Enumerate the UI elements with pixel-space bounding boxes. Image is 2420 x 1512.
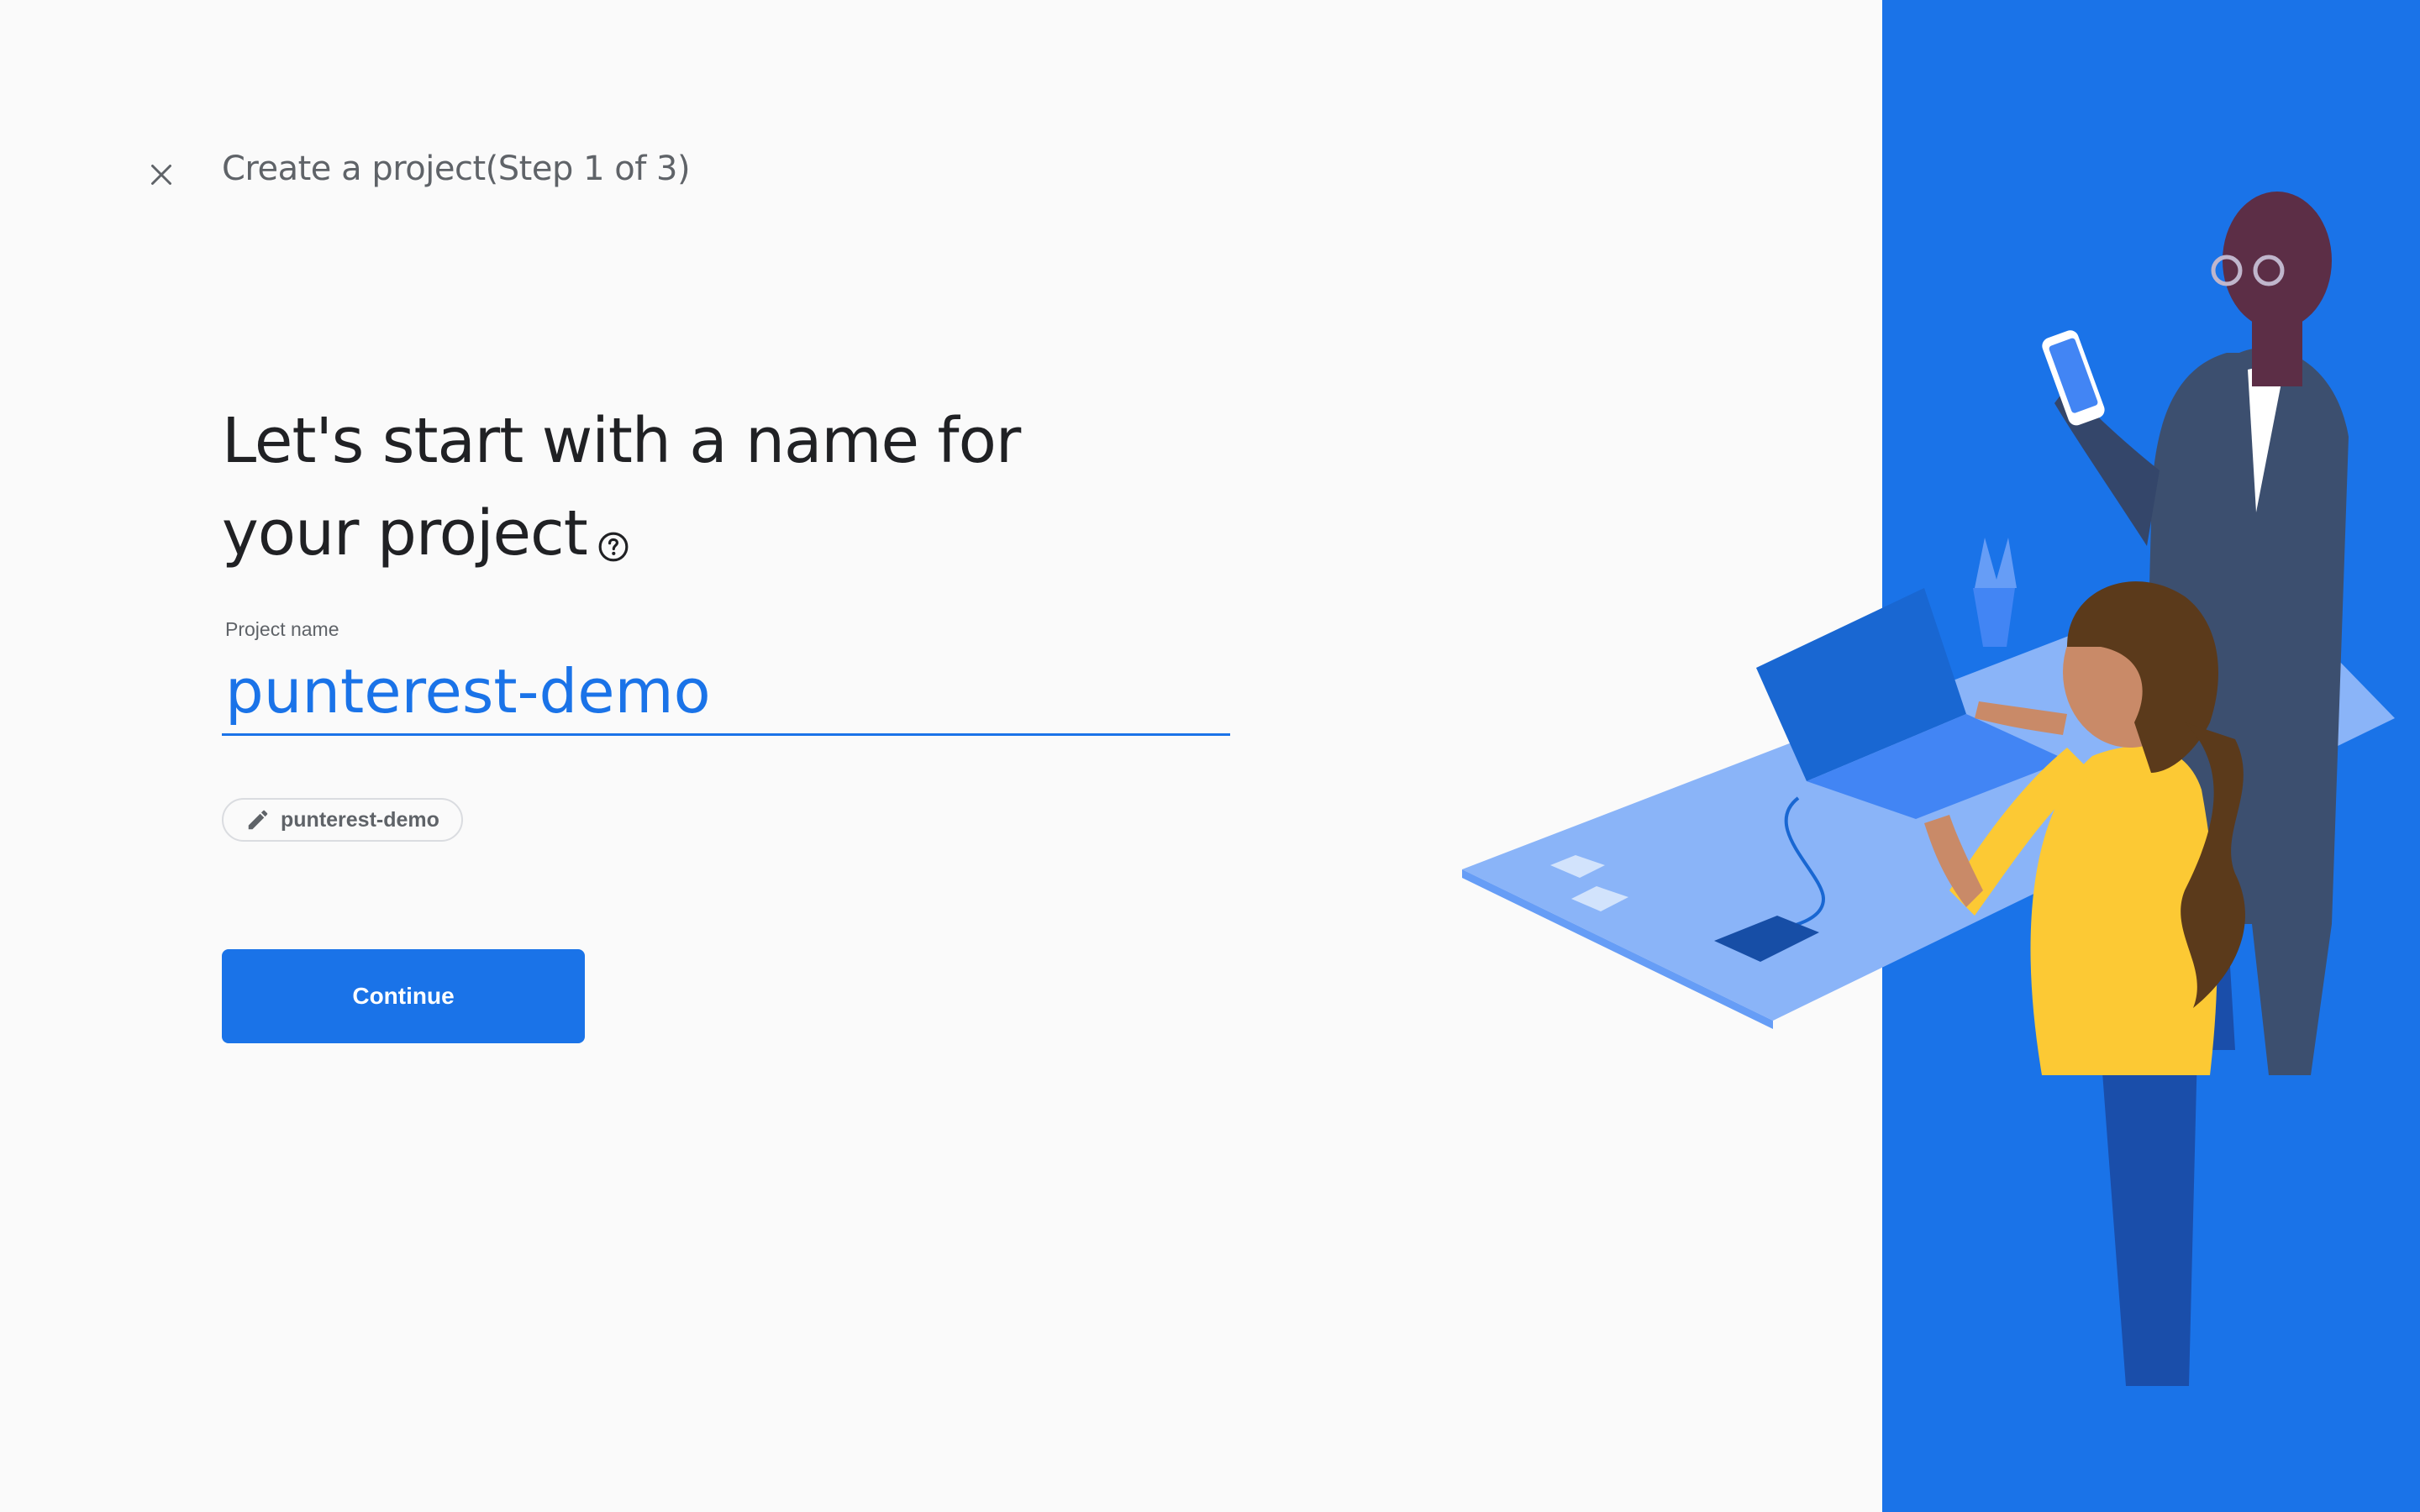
create-project-page: Create a project(Step 1 of 3) Let's star… <box>0 0 2420 1512</box>
project-id-text: punterest-demo <box>281 807 439 832</box>
heading-line-2: your project <box>222 497 588 570</box>
close-button[interactable] <box>138 151 185 198</box>
project-name-label: Project name <box>225 618 339 640</box>
heading-line-2-wrap: your project <box>222 487 1062 588</box>
page-heading: Let's start with a name for your project <box>222 395 1062 588</box>
close-icon <box>151 165 171 185</box>
help-circle-icon[interactable] <box>597 496 629 588</box>
step-title: Create a project(Step 1 of 3) <box>222 150 691 188</box>
pencil-icon <box>248 810 268 830</box>
team-illustration <box>1462 0 2420 1512</box>
continue-button[interactable]: Continue <box>222 949 585 1043</box>
heading-line-1: Let's start with a name for <box>222 405 1021 477</box>
project-name-input[interactable] <box>222 648 1230 736</box>
project-id-chip[interactable]: punterest-demo <box>222 798 463 842</box>
